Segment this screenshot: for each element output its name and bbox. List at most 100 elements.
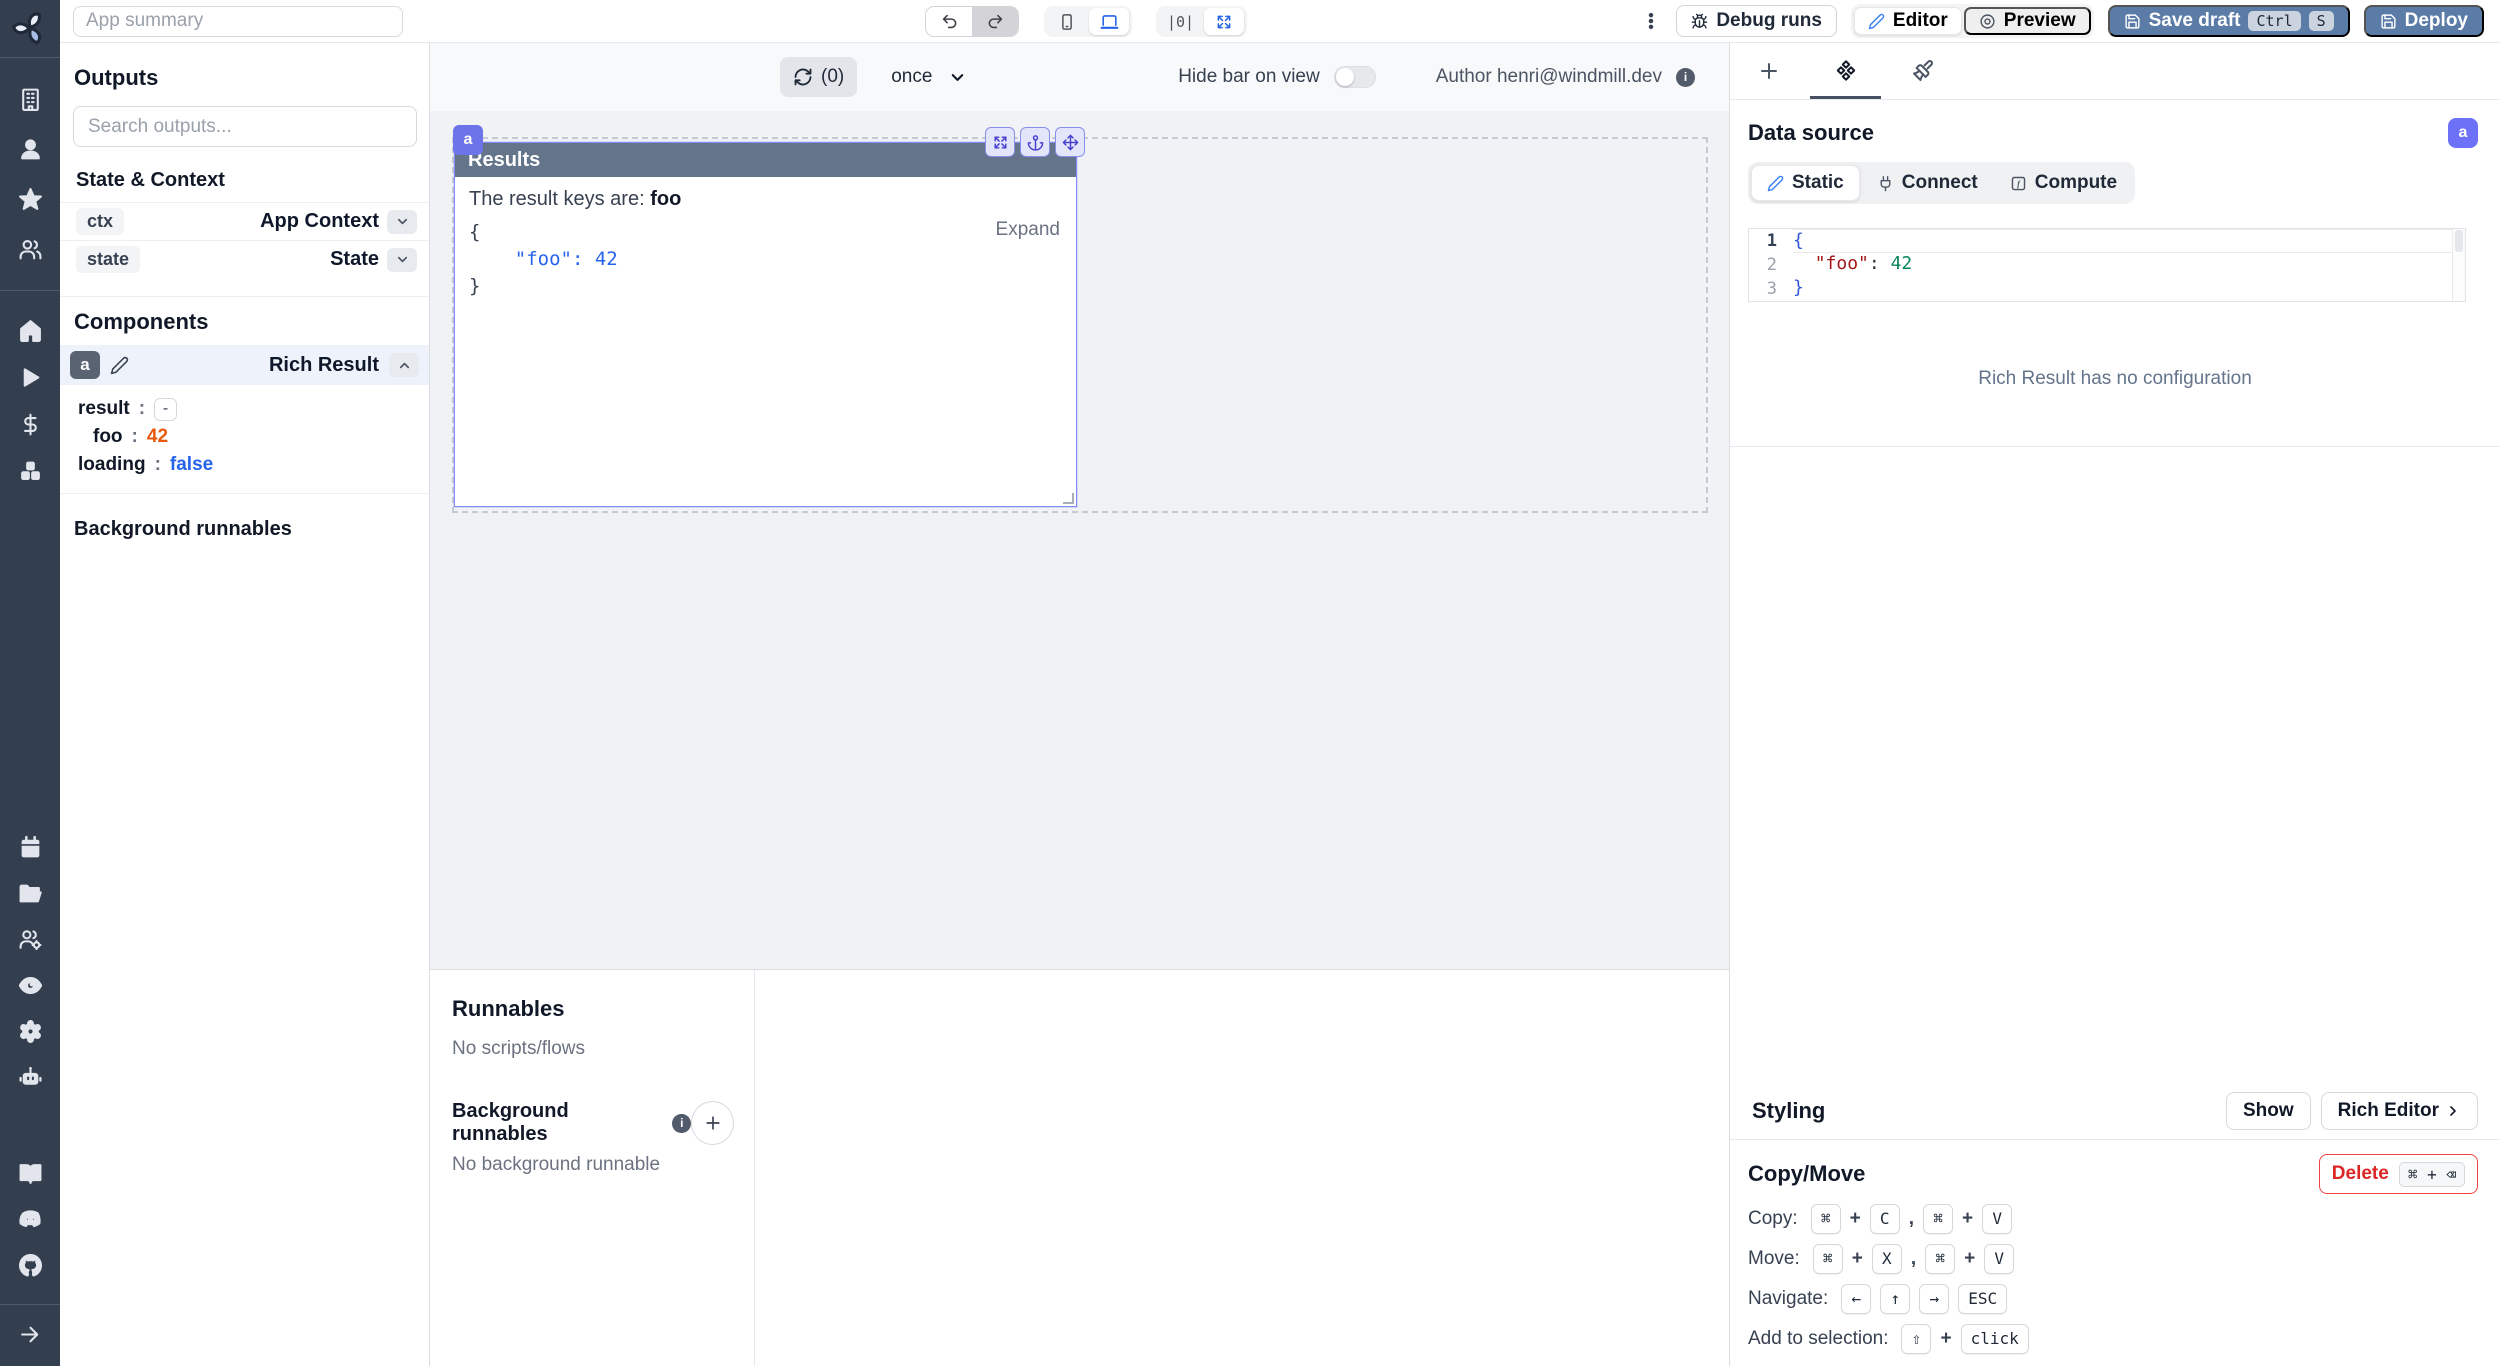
sidebar-icon-star[interactable] <box>17 186 43 212</box>
sidebar-icon-discord[interactable] <box>17 1206 43 1232</box>
component-settings-panel: Data source a Static Connect f Compute <box>1729 43 2500 1366</box>
state-row[interactable]: state State <box>60 240 429 278</box>
save-draft-button[interactable]: Save draft Ctrl S <box>2108 5 2350 37</box>
compute-source-button[interactable]: f Compute <box>1995 165 2132 201</box>
deploy-button[interactable]: Deploy <box>2364 5 2484 37</box>
shortcut-row: Move:⌘+X,⌘+V <box>1748 1243 2478 1274</box>
expand-component-icon[interactable] <box>985 127 1015 157</box>
anchor-icon[interactable] <box>1020 127 1050 157</box>
mobile-view-icon[interactable] <box>1047 8 1087 35</box>
undo-button[interactable] <box>926 6 972 37</box>
component-settings-tab[interactable] <box>1807 43 1884 99</box>
sidebar-icon-home[interactable] <box>17 317 43 343</box>
preview-tab[interactable]: Preview <box>1964 7 2091 35</box>
delete-component-button[interactable]: Delete ⌘ + ⌫ <box>2319 1154 2478 1194</box>
sidebar-expand-arrow-icon[interactable] <box>17 1321 43 1347</box>
component-header[interactable]: Results <box>455 143 1076 177</box>
svg-text:f: f <box>2017 178 2021 188</box>
chevron-down-icon[interactable] <box>387 210 417 234</box>
sidebar-icon-folder[interactable] <box>17 880 43 906</box>
add-background-runnable-button[interactable] <box>691 1101 734 1145</box>
key-badge: C <box>1870 1204 1900 1234</box>
rich-editor-button[interactable]: Rich Editor <box>2321 1092 2478 1130</box>
save-draft-label: Save draft <box>2149 10 2241 32</box>
rename-pencil-icon[interactable] <box>110 356 129 375</box>
editor-scrollbar[interactable] <box>2452 229 2465 301</box>
expand-link[interactable]: Expand <box>996 219 1060 241</box>
collapse-toggle-button[interactable]: - <box>154 398 177 421</box>
ctrl-key-badge: Ctrl <box>2248 11 2300 31</box>
sidebar-icon-boxes-resources[interactable] <box>17 458 43 484</box>
tree-row-loading[interactable]: loading : false <box>78 451 429 479</box>
editor-line[interactable]: 2 "foo": 42 <box>1749 253 2465 277</box>
key-badge: → <box>1919 1284 1949 1314</box>
sidebar-icon-github[interactable] <box>17 1252 43 1278</box>
insert-component-tab[interactable] <box>1730 43 1807 99</box>
preview-tab-label: Preview <box>2004 10 2076 32</box>
shortcut-label: Navigate: <box>1748 1288 1828 1310</box>
key-separator: , <box>1911 1248 1916 1270</box>
tree-row-foo[interactable]: foo : 42 <box>78 423 429 451</box>
sidebar-icon-docs-book[interactable] <box>17 1160 43 1186</box>
styling-tab[interactable] <box>1884 43 1961 99</box>
info-icon[interactable]: i <box>1676 68 1695 87</box>
app-summary-input[interactable] <box>73 6 403 37</box>
refresh-button[interactable]: (0) <box>780 57 857 97</box>
sidebar-icon-workers[interactable] <box>17 926 43 952</box>
copy-move-title: Copy/Move <box>1748 1161 1865 1187</box>
editor-line[interactable]: 3} <box>1749 277 2465 301</box>
json-code-editor[interactable]: 1{2 "foo": 423} <box>1748 228 2466 302</box>
redo-button[interactable] <box>972 6 1018 37</box>
sidebar-icon-robot-ai[interactable] <box>17 1064 43 1090</box>
component-list-item[interactable]: a Rich Result <box>60 345 429 385</box>
desktop-view-icon[interactable] <box>1089 8 1129 35</box>
canvas-area: (0) once Hide bar on view Author henri@w… <box>430 43 1729 1366</box>
rich-result-component[interactable]: a Results <box>454 142 1077 507</box>
move-icon[interactable] <box>1055 127 1085 157</box>
editor-line[interactable]: 1{ <box>1749 229 2465 253</box>
component-diamonds-icon <box>1834 59 1858 83</box>
key-badge: X <box>1872 1244 1902 1274</box>
key-badge: V <box>1982 1204 2012 1234</box>
windmill-logo-icon[interactable] <box>11 9 49 47</box>
hide-bar-toggle[interactable] <box>1334 66 1376 88</box>
component-controls <box>985 127 1085 157</box>
show-styling-button[interactable]: Show <box>2226 1092 2311 1130</box>
save-icon <box>2124 13 2141 30</box>
sidebar-icon-eye-audit[interactable] <box>17 972 43 998</box>
run-frequency-select[interactable]: once <box>891 66 967 88</box>
sidebar-icon-user[interactable] <box>17 136 43 162</box>
sidebar-group-links <box>17 1160 43 1278</box>
zoom-reset-button[interactable]: |0| <box>1159 8 1202 35</box>
runnables-empty-area <box>755 970 1729 1366</box>
static-source-button[interactable]: Static <box>1751 165 1860 201</box>
sidebar-icon-dollar-variables[interactable] <box>17 411 43 437</box>
grid-container[interactable]: a Results <box>452 137 1708 513</box>
info-icon[interactable]: i <box>672 1114 691 1133</box>
debug-runs-button[interactable]: Debug runs <box>1676 5 1837 37</box>
tree-row-result[interactable]: result : - <box>78 395 429 423</box>
sidebar-icon-calendar-schedules[interactable] <box>17 834 43 860</box>
chevron-down-icon[interactable] <box>387 248 417 272</box>
component-id-tab[interactable]: a <box>453 125 483 155</box>
connect-source-button[interactable]: Connect <box>1862 165 1993 201</box>
search-outputs-input[interactable] <box>73 106 417 147</box>
toggle-knob <box>1336 68 1354 86</box>
ctx-key-chip: ctx <box>76 208 124 235</box>
sidebar-icon-settings-gear[interactable] <box>17 1018 43 1044</box>
resize-handle[interactable] <box>1063 493 1074 504</box>
app-sidebar <box>0 0 60 1366</box>
ctx-row[interactable]: ctx App Context <box>60 202 429 240</box>
sidebar-divider <box>0 1304 60 1305</box>
fullscreen-icon[interactable] <box>1204 8 1244 35</box>
editor-tab[interactable]: Editor <box>1854 7 1962 35</box>
sidebar-icon-users[interactable] <box>17 236 43 262</box>
chevron-up-icon[interactable] <box>389 353 419 377</box>
sidebar-icon-building[interactable] <box>17 86 43 112</box>
sidebar-icon-play-runs[interactable] <box>17 364 43 390</box>
key-badge: ⌘ <box>1811 1204 1841 1234</box>
more-menu-icon[interactable] <box>1640 7 1662 35</box>
app-canvas[interactable]: a Results <box>430 111 1729 969</box>
components-section: Components a Rich Result result : - fo <box>60 296 429 494</box>
key-badge: V <box>1984 1244 2014 1274</box>
